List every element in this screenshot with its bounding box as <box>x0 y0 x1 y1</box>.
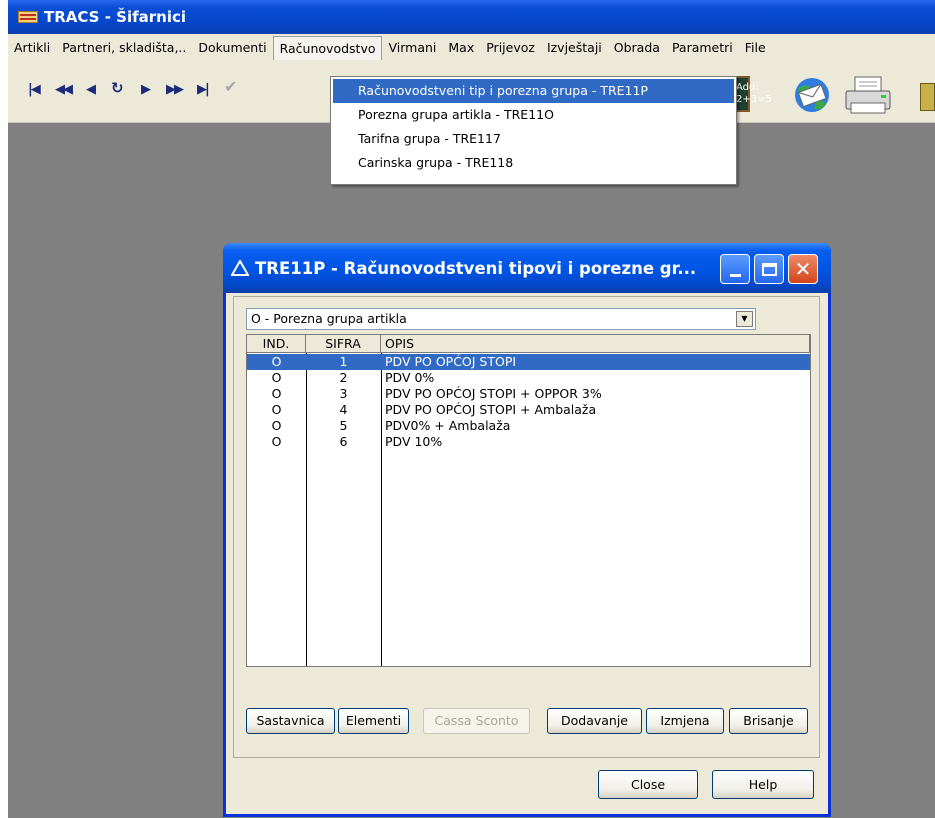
menu-option-tre117[interactable]: Tarifna grupa - TRE117 <box>333 127 734 151</box>
grid-header: IND. SIFRA OPIS <box>247 335 810 353</box>
sastavnica-button[interactable]: Sastavnica <box>246 708 335 734</box>
close-icon: ✕ <box>794 257 812 281</box>
cell-opis: PDV0% + Ambalaža <box>385 418 511 433</box>
cell-sifra: 6 <box>339 434 348 449</box>
cell-opis: PDV PO OPĆOJ STOPI + OPPOR 3% <box>385 386 602 401</box>
elementi-button[interactable]: Elementi <box>338 708 409 734</box>
cell-sifra: 4 <box>339 402 348 417</box>
dialog-content-panel: O - Porezna grupa artikla ▼ IND. SIFRA O… <box>233 296 820 758</box>
menu-obrada[interactable]: Obrada <box>608 36 666 60</box>
prev-record-icon[interactable]: ◀ <box>86 83 96 97</box>
data-grid[interactable]: IND. SIFRA OPIS O 1 PDV PO OPĆOJ STOPI O… <box>246 334 811 667</box>
calculator-text-top: Add: <box>736 82 759 93</box>
cell-ind: O <box>271 402 282 417</box>
cell-opis: PDV PO OPĆOJ STOPI <box>385 354 517 369</box>
menu-racunovodstvo[interactable]: Računovodstvo <box>272 35 383 60</box>
dodavanje-button[interactable]: Dodavanje <box>547 708 642 734</box>
app-icon <box>18 11 38 23</box>
dialog-title: TRE11P - Računovodstveni tipovi i porezn… <box>255 258 697 278</box>
exit-door-icon[interactable] <box>920 83 935 111</box>
menu-option-tre11o[interactable]: Porezna grupa artikla - TRE11O <box>333 103 734 127</box>
dropdown-arrow-icon[interactable]: ▼ <box>736 311 753 327</box>
menu-artikli[interactable]: Artikli <box>8 36 56 60</box>
help-button[interactable]: Help <box>712 770 814 799</box>
cell-sifra: 3 <box>339 386 348 401</box>
cell-sifra: 5 <box>339 418 348 433</box>
group-select-value: O - Porezna grupa artikla <box>251 311 407 326</box>
table-row[interactable]: O 1 PDV PO OPĆOJ STOPI <box>247 354 810 370</box>
group-select[interactable]: O - Porezna grupa artikla ▼ <box>246 308 756 330</box>
prev-page-icon[interactable]: ◀◀ <box>55 83 73 97</box>
column-header-ind[interactable]: IND. <box>247 335 306 353</box>
minimize-button[interactable] <box>720 254 750 284</box>
minimize-icon <box>729 274 741 277</box>
menu-parametri[interactable]: Parametri <box>666 36 739 60</box>
cell-ind: O <box>271 434 282 449</box>
printer-icon[interactable] <box>843 75 893 117</box>
menu-max[interactable]: Max <box>442 36 480 60</box>
close-button[interactable]: Close <box>598 770 698 799</box>
racunovodstvo-dropdown-menu: Računovodstveni tip i porezna grupa - TR… <box>330 76 737 185</box>
izmjena-button[interactable]: Izmjena <box>646 708 724 734</box>
table-row[interactable]: O 3 PDV PO OPĆOJ STOPI + OPPOR 3% <box>247 386 810 402</box>
menu-file[interactable]: File <box>739 36 772 60</box>
cassa-sconto-button[interactable]: Cassa Sconto <box>423 708 530 734</box>
calculator-text-bottom: 2+3=5 <box>736 94 772 105</box>
cell-ind: O <box>271 418 282 433</box>
table-row[interactable]: O 4 PDV PO OPĆOJ STOPI + Ambalaža <box>247 402 810 418</box>
cell-ind: O <box>271 354 282 369</box>
cell-opis: PDV 0% <box>385 370 435 385</box>
close-window-button[interactable]: ✕ <box>788 254 818 284</box>
next-record-icon[interactable]: ▶ <box>141 83 151 97</box>
menu-partneri[interactable]: Partneri, skladišta,.. <box>56 36 192 60</box>
menu-bar: Artikli Partneri, skladišta,.. Dokumenti… <box>8 34 935 61</box>
maximize-icon <box>761 262 777 276</box>
column-header-opis[interactable]: OPIS <box>381 335 810 353</box>
menu-prijevoz[interactable]: Prijevoz <box>480 36 541 60</box>
app-title-bar[interactable]: TRACS - Šifarnici <box>8 0 935 34</box>
email-globe-icon[interactable] <box>790 75 834 115</box>
menu-virmani[interactable]: Virmani <box>382 36 442 60</box>
cell-ind: O <box>271 370 282 385</box>
menu-izvjestaji[interactable]: Izvještaji <box>541 36 608 60</box>
menu-dokumenti[interactable]: Dokumenti <box>192 36 272 60</box>
next-page-icon[interactable]: ▶▶ <box>166 83 184 97</box>
last-record-icon[interactable]: ▶| <box>197 83 210 97</box>
menu-option-tre11p[interactable]: Računovodstveni tip i porezna grupa - TR… <box>333 79 734 103</box>
confirm-check-icon[interactable]: ✔ <box>224 79 237 95</box>
table-row[interactable]: O 2 PDV 0% <box>247 370 810 386</box>
cell-opis: PDV PO OPĆOJ STOPI + Ambalaža <box>385 402 597 417</box>
cell-opis: PDV 10% <box>385 434 443 449</box>
dialog-window: TRE11P - Računovodstveni tipovi i porezn… <box>223 243 831 817</box>
triangle-warning-icon <box>231 260 249 276</box>
first-record-icon[interactable]: |◀ <box>28 83 41 97</box>
brisanje-button[interactable]: Brisanje <box>729 708 808 734</box>
menu-option-tre118[interactable]: Carinska grupa - TRE118 <box>333 151 734 175</box>
cell-sifra: 1 <box>339 354 348 369</box>
column-header-sifra[interactable]: SIFRA <box>306 335 381 353</box>
table-row[interactable]: O 5 PDV0% + Ambalaža <box>247 418 810 434</box>
app-title: TRACS - Šifarnici <box>44 8 186 26</box>
cell-ind: O <box>271 386 282 401</box>
table-row[interactable]: O 6 PDV 10% <box>247 434 810 450</box>
maximize-button[interactable] <box>754 254 784 284</box>
cell-sifra: 2 <box>339 370 348 385</box>
refresh-icon[interactable]: ↻ <box>111 81 124 96</box>
dialog-title-bar[interactable]: TRE11P - Računovodstveni tipovi i porezn… <box>223 243 831 293</box>
